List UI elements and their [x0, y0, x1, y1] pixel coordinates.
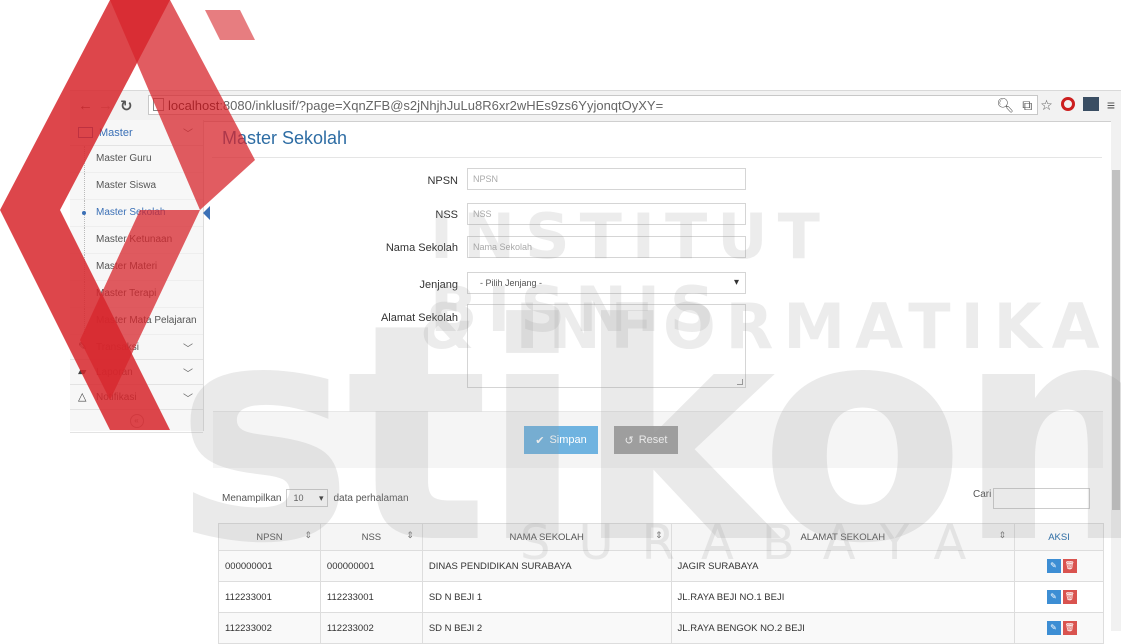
edit-pencil-icon[interactable]: ✎ — [1046, 590, 1061, 604]
cell-aksi: ✎ 🗑︎ — [1014, 612, 1104, 644]
chevron-down-icon: ﹀ — [183, 393, 193, 405]
sidebar-item-transaksi[interactable]: ✎ Transaksi ﹀ — [70, 335, 203, 360]
nss-input[interactable]: NSS — [467, 203, 746, 225]
jenjang-label: Jenjang — [419, 279, 458, 291]
cell-npsn: 112233001 — [218, 581, 321, 613]
edit-pencil-icon[interactable]: ✎ — [1046, 559, 1061, 573]
edit-pencil-icon[interactable]: ✎ — [1046, 621, 1061, 635]
npsn-input[interactable]: NPSN — [467, 168, 746, 190]
npsn-label: NPSN — [427, 175, 458, 187]
browser-actions: 🔍︎ ⧉ ☆ ≡ — [996, 97, 1115, 114]
monitor-icon — [78, 127, 93, 138]
table-row: 000000001 000000001 DINAS PENDIDIKAN SUR… — [218, 550, 1104, 582]
edit-icon: ✎ — [78, 341, 88, 353]
save-button[interactable]: ✔ Simpan — [524, 426, 598, 454]
address-bar[interactable]: localhost:8080/inklusif/?page=XqnZFB@s2j… — [148, 95, 1038, 115]
search-label: Cari — [973, 489, 992, 500]
table-row: 112233002 112233002 SD N BEJI 2 JL.RAYA … — [218, 612, 1104, 644]
check-icon: ✔ — [535, 434, 545, 447]
cell-alamat-sekolah: JAGIR SURABAYA — [670, 550, 1016, 582]
column-header-nss[interactable]: NSS — [319, 523, 423, 551]
chevron-down-icon: ﹀ — [183, 368, 193, 380]
cell-nama-sekolah: DINAS PENDIDIKAN SURABAYA — [421, 550, 672, 582]
delete-trash-icon[interactable]: 🗑︎ — [1062, 559, 1077, 573]
cell-aksi: ✎ 🗑︎ — [1014, 581, 1104, 613]
translate-icon[interactable]: ⧉ — [1022, 97, 1032, 114]
book-icon: ▰ — [78, 366, 87, 378]
forward-icon[interactable]: → — [98, 97, 113, 114]
cell-nss: 112233002 — [319, 612, 423, 644]
nama-sekolah-label: Nama Sekolah — [385, 242, 458, 254]
cell-nama-sekolah: SD N BEJI 2 — [421, 612, 672, 644]
sidebar-item-notifikasi[interactable]: △ Notifikasi ﹀ — [70, 385, 203, 410]
alamat-sekolah-textarea[interactable] — [467, 304, 746, 388]
back-icon[interactable]: ← — [78, 97, 93, 114]
page-icon — [153, 98, 164, 111]
reset-button[interactable]: ↺ Reset — [614, 426, 678, 454]
page-length-control: Menampilkan 10 data perhalaman — [222, 489, 409, 507]
page-title: Master Sekolah — [222, 128, 348, 148]
table-row: 112233001 112233001 SD N BEJI 1 JL.RAYA … — [218, 581, 1104, 613]
sidebar-item-master-materi[interactable]: Master Materi — [70, 254, 203, 281]
school-table: NPSN NSS NAMA SEKOLAH ALAMAT SEKOLAH AKS… — [218, 523, 1104, 644]
sidebar-collapse-button[interactable]: « — [70, 410, 203, 433]
reload-icon[interactable]: ↻ — [120, 97, 133, 115]
column-header-nama-sekolah[interactable]: NAMA SEKOLAH — [421, 523, 672, 551]
opera-icon[interactable] — [1060, 97, 1075, 111]
sidebar-item-master-guru[interactable]: Master Guru — [70, 146, 203, 173]
sidebar-item-laporan[interactable]: ▰ Laporan ﹀ — [70, 360, 203, 385]
cell-alamat-sekolah: JL.RAYA BEJI NO.1 BEJI — [670, 581, 1016, 613]
bookmark-star-icon[interactable]: ☆ — [1040, 97, 1053, 114]
zoom-icon[interactable]: 🔍︎ — [996, 97, 1014, 114]
jenjang-select[interactable]: - Pilih Jenjang - — [467, 272, 746, 294]
column-header-alamat-sekolah[interactable]: ALAMAT SEKOLAH — [670, 523, 1016, 551]
sidebar-item-label: Master — [99, 126, 133, 139]
delete-trash-icon[interactable]: 🗑︎ — [1062, 621, 1077, 635]
sidebar-item-master-siswa[interactable]: Master Siswa — [70, 173, 203, 200]
nss-label: NSS — [435, 209, 458, 221]
cell-npsn: 112233002 — [218, 612, 321, 644]
sidebar-item-master[interactable]: Master ﹀ — [70, 120, 203, 146]
cell-alamat-sekolah: JL.RAYA BENGOK NO.2 BEJI — [670, 612, 1016, 644]
sidebar-item-master-sekolah[interactable]: Master Sekolah — [70, 200, 210, 227]
cell-nama-sekolah: SD N BEJI 1 — [421, 581, 672, 613]
bell-icon: △ — [78, 391, 87, 403]
menu-icon[interactable]: ≡ — [1107, 97, 1115, 114]
cell-nss: 000000001 — [319, 550, 423, 582]
column-header-npsn[interactable]: NPSN — [218, 523, 321, 551]
cell-nss: 112233001 — [319, 581, 423, 613]
form-actions: ✔ Simpan ↺ Reset — [213, 411, 1103, 468]
alamat-sekolah-label: Alamat Sekolah — [380, 312, 458, 324]
cell-npsn: 000000001 — [218, 550, 321, 582]
column-header-aksi: AKSI — [1014, 523, 1104, 551]
page-length-select[interactable]: 10 — [286, 489, 329, 507]
search-input[interactable] — [993, 488, 1090, 509]
undo-icon: ↺ — [624, 434, 634, 447]
active-dot-icon — [82, 211, 86, 215]
sidebar: Master ﹀ Master Guru Master Siswa Master… — [70, 120, 210, 433]
sidebar-item-master-mata-pelajaran[interactable]: Master Mata Pelajaran — [70, 308, 203, 335]
chevron-down-icon: ﹀ — [183, 343, 193, 355]
browser-toolbar: ← → ↻ localhost:8080/inklusif/?page=XqnZ… — [70, 90, 1121, 122]
delete-trash-icon[interactable]: 🗑︎ — [1062, 590, 1077, 604]
nama-sekolah-input[interactable]: Nama Sekolah — [467, 236, 746, 258]
sidebar-item-master-terapi[interactable]: Master Terapi — [70, 281, 203, 308]
double-chevron-left-icon: « — [129, 414, 144, 428]
chevron-down-icon: ﹀ — [183, 129, 193, 140]
extension-icon[interactable] — [1082, 97, 1099, 111]
scrollbar-thumb[interactable] — [1112, 170, 1120, 510]
sidebar-item-master-ketunaan[interactable]: Master Ketunaan — [70, 227, 203, 254]
cell-aksi: ✎ 🗑︎ — [1014, 550, 1104, 582]
divider — [212, 157, 1102, 158]
